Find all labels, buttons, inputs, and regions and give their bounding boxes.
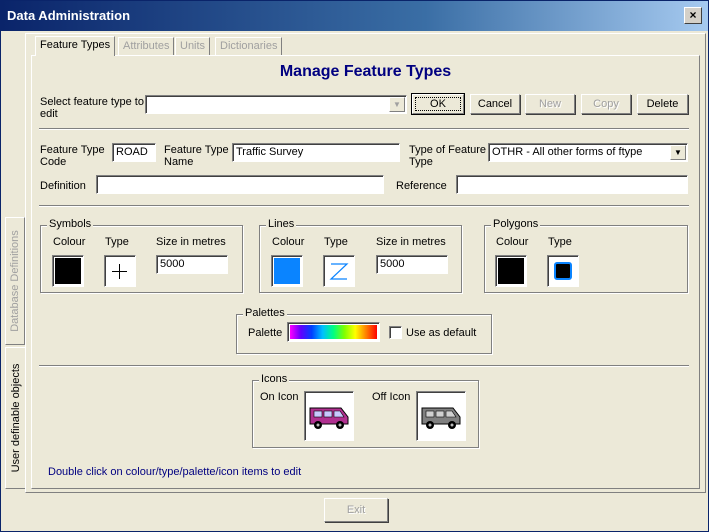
definition-label: Definition: [40, 180, 86, 192]
tab-database-definitions[interactable]: Database Definitions: [5, 217, 25, 345]
chevron-down-icon[interactable]: ▼: [389, 97, 405, 112]
reference-label: Reference: [396, 180, 447, 192]
select-feature-type-label: Select feature type to edit: [40, 96, 144, 120]
select-feature-type-dropdown[interactable]: ▼: [145, 95, 407, 114]
symbols-size-input[interactable]: 5000: [156, 255, 228, 274]
palette-swatch[interactable]: [287, 322, 380, 342]
new-button[interactable]: New: [525, 94, 575, 114]
feature-type-code-label: Feature Type Code: [40, 144, 105, 168]
lines-size-input[interactable]: 5000: [376, 255, 448, 274]
feature-type-name-input[interactable]: Traffic Survey: [232, 143, 400, 162]
feature-type-code-input[interactable]: ROAD: [112, 143, 156, 162]
ok-button-label: OK: [415, 97, 461, 111]
tab-units[interactable]: Units: [175, 37, 211, 55]
palettes-group-title: Palettes: [243, 307, 287, 319]
edit-hint: Double click on colour/type/palette/icon…: [48, 466, 302, 478]
page-title: Manage Feature Types: [279, 63, 452, 80]
type-of-feature-type-dropdown[interactable]: OTHR - All other forms of ftype ▼: [488, 143, 688, 162]
tab-user-definable-objects[interactable]: User definable objects: [5, 347, 25, 489]
lines-colour-label: Colour: [272, 236, 305, 248]
palette-gradient: [290, 325, 377, 339]
tab-database-definitions-label: Database Definitions: [9, 230, 21, 332]
window-title: Data Administration: [7, 8, 131, 23]
separator: [39, 128, 689, 130]
van-color-icon[interactable]: [304, 391, 354, 441]
on-icon-label: On Icon: [260, 391, 299, 403]
polygons-colour-swatch[interactable]: [495, 255, 527, 287]
type-of-feature-type-value: OTHR - All other forms of ftype: [492, 146, 643, 158]
data-administration-window: Data Administration × Database Definitio…: [0, 0, 709, 532]
lines-colour-swatch[interactable]: [271, 255, 303, 287]
close-button[interactable]: ×: [684, 7, 702, 24]
palette-label: Palette: [248, 327, 283, 339]
polygons-colour-label: Colour: [496, 236, 529, 248]
delete-button[interactable]: Delete: [637, 94, 688, 114]
feature-type-name-label: Feature Type Name: [164, 144, 229, 168]
tab-feature-types[interactable]: Feature Types: [35, 36, 116, 56]
tab-dictionaries[interactable]: Dictionaries: [215, 37, 283, 55]
separator: [39, 205, 689, 207]
tab-attributes[interactable]: Attributes: [118, 37, 175, 55]
lines-type-label: Type: [324, 236, 348, 248]
filled-square-icon[interactable]: [547, 255, 579, 287]
separator: [39, 365, 689, 367]
lines-colour-fill: [274, 258, 300, 284]
polygons-colour-fill: [498, 258, 524, 284]
copy-button[interactable]: Copy: [581, 94, 631, 114]
symbols-colour-label: Colour: [53, 236, 86, 248]
use-as-default-label: Use as default: [406, 327, 477, 339]
z-line-icon[interactable]: [323, 255, 355, 287]
ok-button[interactable]: OK: [411, 93, 465, 115]
use-as-default-checkbox[interactable]: [389, 326, 402, 339]
reference-input[interactable]: [456, 175, 688, 194]
symbols-group-title: Symbols: [47, 218, 94, 230]
polygons-type-label: Type: [548, 236, 572, 248]
plus-icon[interactable]: [104, 255, 136, 287]
title-bar: Data Administration: [1, 1, 708, 31]
tab-user-definable-objects-label: User definable objects: [9, 363, 22, 473]
chevron-down-icon[interactable]: ▼: [670, 145, 686, 160]
symbols-type-label: Type: [105, 236, 129, 248]
icons-group-title: Icons: [259, 373, 290, 385]
exit-button[interactable]: Exit: [324, 498, 388, 522]
symbols-colour-swatch[interactable]: [52, 255, 84, 287]
symbols-colour-fill: [55, 258, 81, 284]
definition-input[interactable]: [96, 175, 384, 194]
type-of-feature-type-label: Type of Feature Type: [409, 144, 487, 168]
symbols-size-label: Size in metres: [156, 236, 226, 248]
van-gray-icon[interactable]: [416, 391, 466, 441]
polygons-group-title: Polygons: [491, 218, 541, 230]
cancel-button[interactable]: Cancel: [470, 94, 520, 114]
off-icon-label: Off Icon: [372, 391, 411, 403]
lines-size-label: Size in metres: [376, 236, 446, 248]
lines-group-title: Lines: [266, 218, 297, 230]
